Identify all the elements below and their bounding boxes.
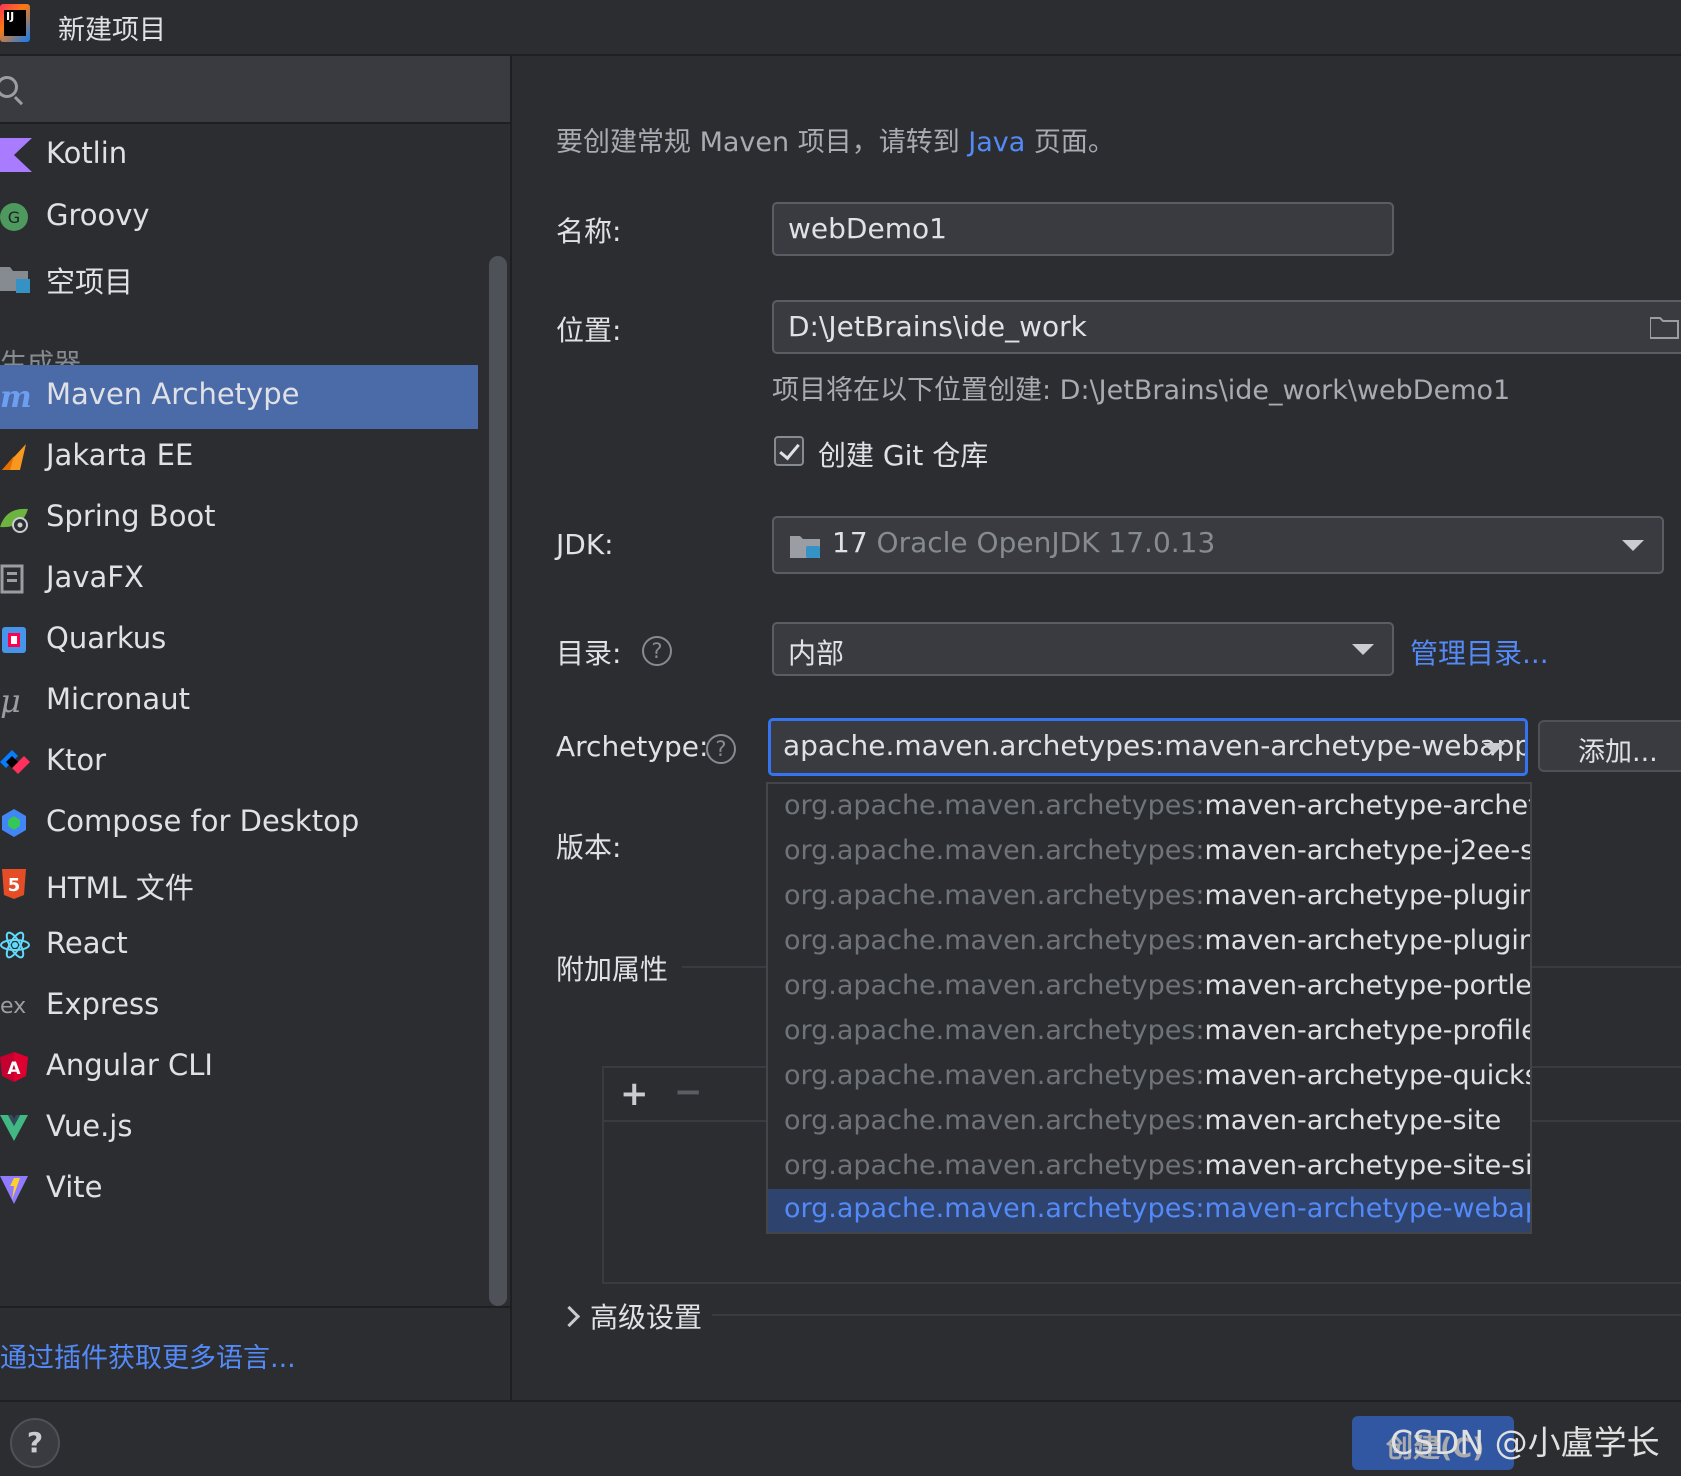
spring-boot-icon (0, 508, 28, 533)
sidebar-item-angular-cli[interactable]: A Angular CLI (0, 1036, 478, 1100)
sidebar-item-quarkus[interactable]: Quarkus (0, 609, 478, 673)
chevron-down-icon (1622, 540, 1644, 551)
ktor-icon (0, 750, 30, 774)
dialog-footer: ? 创建(C) CSDN @小盧学长 (0, 1400, 1681, 1476)
title-bar: IJ 新建项目 (0, 0, 1681, 56)
sidebar-item-compose-for-desktop[interactable]: Compose for Desktop (0, 792, 478, 856)
archetype-option[interactable]: org.apache.maven.archetypes:maven-archet… (768, 921, 1530, 966)
sidebar-item-kotlin[interactable]: Kotlin (0, 124, 478, 188)
groovy-icon: G (0, 203, 28, 231)
name-label: 名称: (556, 215, 622, 248)
micronaut-icon: μ (0, 684, 21, 718)
sidebar-item-empty-project[interactable]: 空项目 (0, 247, 478, 311)
catalog-label: 目录: (556, 637, 622, 670)
html5-icon: 5 (2, 869, 26, 899)
catalog-help-icon[interactable]: ? (642, 636, 672, 666)
maven-hint: 要创建常规 Maven 项目，请转到 Java 页面。 (556, 127, 1115, 158)
browse-folder-icon[interactable] (1650, 316, 1680, 340)
quarkus-icon (2, 627, 26, 653)
archetype-option[interactable]: org.apache.maven.archetypes:maven-archet… (768, 1146, 1530, 1191)
archetype-option[interactable]: org.apache.maven.archetypes:maven-archet… (768, 1011, 1530, 1056)
folder-icon (0, 267, 30, 293)
archetype-label: Archetype: (556, 730, 709, 763)
divider (0, 1306, 510, 1308)
vue-icon (0, 1115, 28, 1141)
jdk-label: JDK: (556, 528, 614, 561)
svg-text:μ: μ (0, 684, 21, 718)
java-page-link[interactable]: Java (968, 127, 1025, 158)
create-git-repo-checkbox[interactable] (774, 436, 804, 466)
svg-text:5: 5 (8, 875, 21, 896)
jakarta-ee-icon (2, 444, 26, 470)
advanced-settings-toggle[interactable]: 高级设置 (590, 1296, 702, 1336)
add-archetype-button[interactable]: 添加... (1538, 720, 1681, 772)
svg-text:A: A (7, 1059, 21, 1079)
sidebar-scrollbar[interactable] (489, 256, 507, 1306)
sidebar-item-html-file[interactable]: 5 HTML 文件 (0, 853, 478, 917)
vite-icon (0, 1176, 28, 1204)
sidebar-item-express[interactable]: ex Express (0, 975, 478, 1039)
chevron-down-icon (1352, 644, 1374, 655)
manage-catalogs-link[interactable]: 管理目录... (1410, 632, 1549, 672)
search-input[interactable] (0, 56, 510, 124)
compose-icon (2, 809, 26, 837)
watermark: CSDN @小盧学长 (1390, 1423, 1660, 1462)
chevron-right-icon[interactable] (558, 1305, 581, 1328)
remove-property-icon[interactable]: − (674, 1072, 703, 1112)
divider (712, 1314, 1681, 1316)
archetype-dropdown[interactable]: apache.maven.archetypes:maven-archetype-… (768, 718, 1528, 776)
extra-properties-label: 附加属性 (556, 953, 669, 986)
archetype-option[interactable]: org.apache.maven.archetypes:maven-archet… (768, 876, 1530, 921)
svg-text:ex: ex (0, 994, 26, 1019)
sidebar-item-react[interactable]: React (0, 914, 478, 978)
add-property-icon[interactable]: + (620, 1074, 649, 1114)
chevron-down-icon (1483, 743, 1505, 754)
archetype-option[interactable]: org.apache.maven.archetypes:maven-archet… (768, 831, 1530, 876)
sidebar-item-spring-boot[interactable]: Spring Boot (0, 487, 478, 551)
sidebar-item-vite[interactable]: Vite (0, 1158, 478, 1222)
search-icon (0, 76, 18, 98)
jdk-folder-icon (790, 536, 820, 558)
location-field[interactable]: D:\JetBrains\ide_work (772, 300, 1681, 354)
catalog-dropdown[interactable]: 内部 (772, 622, 1394, 676)
help-button[interactable]: ? (10, 1418, 60, 1468)
jdk-dropdown[interactable]: 17 Oracle OpenJDK 17.0.13 (772, 516, 1664, 574)
archetype-option[interactable]: org.apache.maven.archetypes:maven-archet… (768, 786, 1530, 831)
location-label: 位置: (556, 314, 622, 347)
version-label: 版本: (556, 831, 622, 864)
express-icon: ex (0, 994, 26, 1019)
archetype-options-list[interactable]: org.apache.maven.archetypes:maven-archet… (766, 782, 1532, 1234)
kotlin-icon (0, 138, 32, 172)
location-preview: 项目将在以下位置创建: D:\JetBrains\ide_work\webDem… (772, 375, 1511, 406)
svg-text:G: G (8, 208, 20, 227)
sidebar-item-micronaut[interactable]: μ Micronaut (0, 670, 478, 734)
sidebar-item-ktor[interactable]: Ktor (0, 731, 478, 795)
create-git-repo-label: 创建 Git 仓库 (818, 439, 989, 472)
get-more-languages-link[interactable]: 通过插件获取更多语言... (0, 1336, 296, 1375)
name-field[interactable]: webDemo1 (772, 202, 1394, 256)
maven-icon: m (0, 380, 32, 413)
react-icon (0, 931, 30, 959)
intellij-logo-icon: IJ (0, 4, 30, 42)
sidebar-item-vuejs[interactable]: Vue.js (0, 1097, 478, 1161)
window-title: 新建项目 (58, 15, 166, 46)
angular-icon: A (0, 1052, 28, 1082)
archetype-option[interactable]: org.apache.maven.archetypes:maven-archet… (768, 966, 1530, 1011)
archetype-option[interactable]: org.apache.maven.archetypes:maven-archet… (768, 1101, 1530, 1146)
generator-sidebar: Kotlin G Groovy 空项目 生成器 m Maven Archetyp… (0, 56, 512, 1400)
javafx-icon (0, 564, 24, 594)
archetype-option[interactable]: org.apache.maven.archetypes:maven-archet… (768, 1056, 1530, 1101)
archetype-option-selected[interactable]: org.apache.maven.archetypes:maven-archet… (768, 1189, 1530, 1232)
sidebar-item-groovy[interactable]: G Groovy (0, 186, 478, 250)
sidebar-item-maven-archetype[interactable]: m Maven Archetype (0, 365, 478, 429)
sidebar-item-jakarta-ee[interactable]: Jakarta EE (0, 426, 478, 490)
sidebar-item-javafx[interactable]: JavaFX (0, 548, 478, 612)
svg-text:m: m (0, 380, 32, 413)
archetype-help-icon[interactable]: ? (706, 734, 736, 764)
